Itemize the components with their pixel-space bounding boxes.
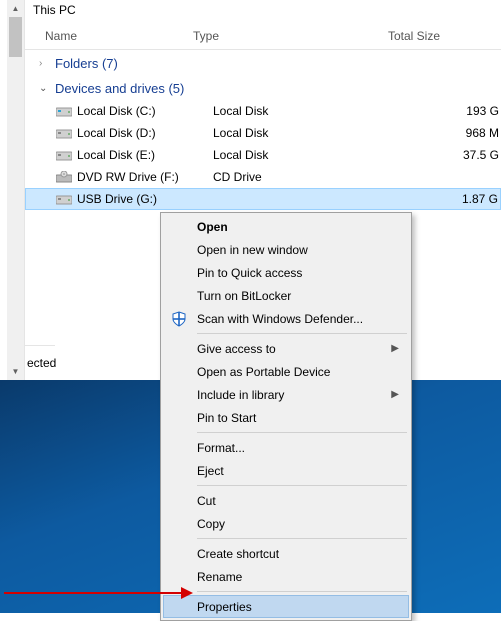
- menu-item-label: Open as Portable Device: [197, 365, 330, 379]
- drive-icon: [55, 171, 73, 183]
- menu-item[interactable]: Open: [163, 215, 409, 238]
- menu-item[interactable]: Open in new window: [163, 238, 409, 261]
- drive-type: Local Disk: [213, 104, 408, 118]
- menu-item[interactable]: Cut: [163, 489, 409, 512]
- drive-row[interactable]: USB Drive (G:) 1.87 G: [25, 188, 501, 210]
- status-bar-fragment: ected: [25, 345, 55, 380]
- menu-item[interactable]: Pin to Start: [163, 406, 409, 429]
- menu-item-label: Scan with Windows Defender...: [197, 312, 363, 326]
- menu-separator: [197, 591, 407, 592]
- context-menu: Open Open in new window Pin to Quick acces…: [160, 212, 412, 621]
- drive-list: Local Disk (C:)Local Disk193 GLocal Disk…: [25, 100, 501, 210]
- column-header-size[interactable]: Total Size: [388, 29, 501, 43]
- menu-item[interactable]: Scan with Windows Defender...: [163, 307, 409, 330]
- menu-item-label: Copy: [197, 517, 225, 531]
- scroll-down-icon[interactable]: ▼: [7, 363, 24, 380]
- defender-icon: [169, 311, 189, 327]
- column-headers: Name Type Total Size: [25, 21, 501, 50]
- drive-name: Local Disk (E:): [73, 148, 213, 162]
- menu-item[interactable]: Rename: [163, 565, 409, 588]
- drive-size: 968 M: [408, 126, 501, 140]
- drive-row[interactable]: Local Disk (E:)Local Disk37.5 G: [25, 144, 501, 166]
- group-folders[interactable]: › Folders (7): [25, 50, 501, 75]
- location-breadcrumb[interactable]: This PC: [25, 0, 501, 21]
- drive-name: Local Disk (C:): [73, 104, 213, 118]
- menu-item[interactable]: Open as Portable Device: [163, 360, 409, 383]
- menu-separator: [197, 485, 407, 486]
- group-drives[interactable]: ⌄ Devices and drives (5): [25, 75, 501, 100]
- chevron-right-icon: ›: [39, 58, 49, 69]
- menu-item-label: Open in new window: [197, 243, 308, 257]
- menu-item-label: Turn on BitLocker: [197, 289, 291, 303]
- menu-item[interactable]: Create shortcut: [163, 542, 409, 565]
- drive-name: DVD RW Drive (F:): [73, 170, 213, 184]
- menu-item-label: Give access to: [197, 342, 276, 356]
- drive-row[interactable]: Local Disk (D:)Local Disk968 M: [25, 122, 501, 144]
- menu-item-label: Pin to Quick access: [197, 266, 302, 280]
- navigation-pane: ▲ ▼: [0, 0, 25, 380]
- menu-item-label: Rename: [197, 570, 242, 584]
- menu-item-label: Cut: [197, 494, 216, 508]
- drive-icon: [55, 193, 73, 205]
- drive-size: 37.5 G: [408, 148, 501, 162]
- drive-type: Local Disk: [213, 148, 408, 162]
- drive-name: USB Drive (G:): [73, 192, 213, 206]
- menu-item-label: Include in library: [197, 388, 284, 402]
- drive-icon: [55, 105, 73, 117]
- column-header-type[interactable]: Type: [193, 29, 388, 43]
- drive-type: CD Drive: [213, 170, 408, 184]
- submenu-arrow-icon: ▶: [391, 343, 399, 354]
- menu-item-label: Pin to Start: [197, 411, 256, 425]
- group-drives-label: Devices and drives (5): [55, 81, 184, 96]
- drive-row[interactable]: Local Disk (C:)Local Disk193 G: [25, 100, 501, 122]
- menu-separator: [197, 538, 407, 539]
- menu-item-label: Eject: [197, 464, 224, 478]
- drive-row[interactable]: DVD RW Drive (F:)CD Drive: [25, 166, 501, 188]
- annotation-arrow: [4, 592, 184, 594]
- menu-item-label: Properties: [197, 600, 252, 614]
- menu-item[interactable]: Copy: [163, 512, 409, 535]
- chevron-down-icon: ⌄: [39, 83, 49, 94]
- menu-separator: [197, 432, 407, 433]
- menu-item[interactable]: Include in library ▶: [163, 383, 409, 406]
- nav-scrollbar[interactable]: ▲ ▼: [7, 0, 24, 380]
- menu-item[interactable]: Turn on BitLocker: [163, 284, 409, 307]
- menu-item[interactable]: Give access to ▶: [163, 337, 409, 360]
- drive-type: Local Disk: [213, 126, 408, 140]
- column-header-name[interactable]: Name: [25, 29, 193, 43]
- menu-item[interactable]: Format...: [163, 436, 409, 459]
- submenu-arrow-icon: ▶: [391, 389, 399, 400]
- scroll-up-icon[interactable]: ▲: [7, 0, 24, 17]
- menu-item-label: Format...: [197, 441, 245, 455]
- drive-name: Local Disk (D:): [73, 126, 213, 140]
- menu-item[interactable]: Eject: [163, 459, 409, 482]
- drive-icon: [55, 127, 73, 139]
- drive-size: 1.87 G: [408, 192, 500, 206]
- group-folders-label: Folders (7): [55, 56, 118, 71]
- menu-item-label: Open: [197, 220, 228, 234]
- menu-separator: [197, 333, 407, 334]
- menu-item-label: Create shortcut: [197, 547, 279, 561]
- drive-icon: [55, 149, 73, 161]
- drive-size: 193 G: [408, 104, 501, 118]
- menu-item[interactable]: Properties: [163, 595, 409, 618]
- scroll-thumb[interactable]: [9, 17, 22, 57]
- menu-item[interactable]: Pin to Quick access: [163, 261, 409, 284]
